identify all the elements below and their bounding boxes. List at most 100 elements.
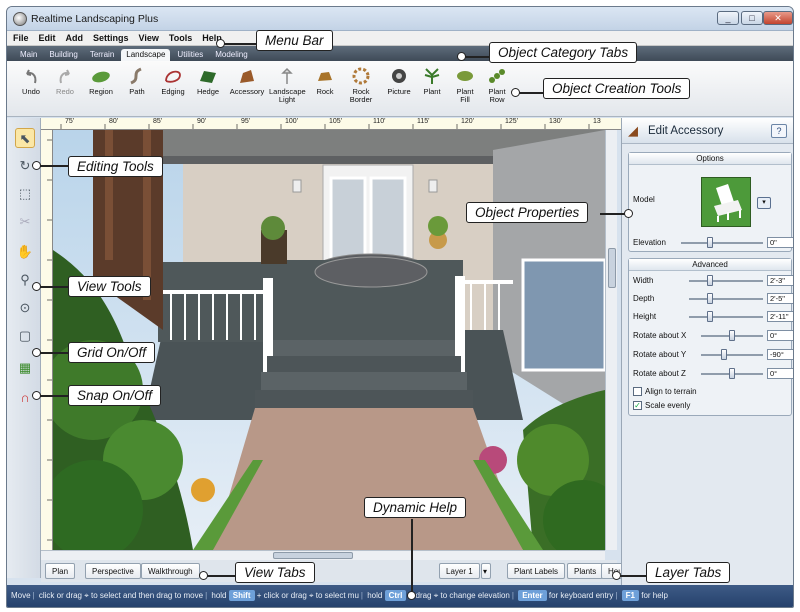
- tab-landscape[interactable]: Landscape: [121, 49, 171, 61]
- depth-slider-thumb[interactable]: [707, 293, 713, 304]
- elevation-slider-track[interactable]: [681, 242, 763, 244]
- depth-slider-track[interactable]: [689, 298, 763, 300]
- vertical-scrollbar[interactable]: [605, 130, 617, 550]
- hedge-button[interactable]: Hedge: [193, 67, 223, 96]
- tab-terrain[interactable]: Terrain: [85, 49, 119, 61]
- side-window: [521, 258, 605, 372]
- zoom-extents-icon[interactable]: ⊙: [15, 298, 35, 318]
- rotate-z-label: Rotate about Z: [633, 369, 686, 378]
- leader-line: [38, 286, 68, 288]
- region-button[interactable]: Region: [85, 67, 117, 96]
- vertical-scroll-thumb[interactable]: [608, 248, 616, 288]
- elevation-field[interactable]: 0": [767, 237, 793, 248]
- 3d-viewport[interactable]: [53, 130, 605, 550]
- callout-view-tools: View Tools: [68, 276, 151, 297]
- undo-button[interactable]: Undo: [17, 67, 45, 96]
- status-text: to select mu: [315, 591, 359, 600]
- ruler-ticks-vertical: [47, 139, 52, 541]
- advanced-section: Advanced Width 2'-3" Depth 2'-5" Height …: [628, 258, 793, 416]
- rotate-z-slider-thumb[interactable]: [729, 368, 735, 379]
- callout-dot: [612, 571, 621, 580]
- trim-icon[interactable]: ✂: [15, 212, 35, 232]
- tab-main[interactable]: Main: [15, 49, 42, 61]
- app-icon: [13, 12, 27, 26]
- landscape-light-button[interactable]: Landscape Light: [269, 67, 306, 104]
- leader-line: [463, 56, 489, 58]
- tab-perspective[interactable]: Perspective: [85, 563, 141, 579]
- rock-button[interactable]: Rock: [313, 67, 337, 96]
- width-slider-track[interactable]: [689, 280, 763, 282]
- menu-edit[interactable]: Edit: [39, 33, 56, 43]
- rotate-y-slider-thumb[interactable]: [721, 349, 727, 360]
- redo-button[interactable]: Redo: [51, 67, 79, 96]
- tab-walkthrough[interactable]: Walkthrough: [141, 563, 200, 579]
- horizontal-scroll-thumb[interactable]: [273, 552, 353, 559]
- status-text: hold: [211, 591, 227, 600]
- menu-file[interactable]: File: [13, 33, 29, 43]
- path-button[interactable]: Path: [123, 67, 151, 96]
- leader-line: [38, 165, 68, 167]
- plant-row-button[interactable]: Plant Row: [483, 67, 511, 104]
- callout-dot: [32, 348, 41, 357]
- maximize-button[interactable]: □: [741, 11, 763, 25]
- perspective-scene: [53, 130, 605, 550]
- ruler-ticks: [60, 124, 590, 129]
- align-to-terrain-checkbox[interactable]: [633, 387, 642, 396]
- plant-button[interactable]: Plant: [419, 67, 445, 96]
- callout-view-tabs: View Tabs: [235, 562, 315, 583]
- help-button[interactable]: ?: [771, 124, 787, 138]
- scale-evenly-checkbox[interactable]: ✓: [633, 401, 642, 410]
- tab-layer-1[interactable]: Layer 1: [439, 563, 480, 579]
- callout-dot: [32, 391, 41, 400]
- model-thumbnail[interactable]: [701, 177, 751, 227]
- status-text: hold: [367, 591, 383, 600]
- menu-tools[interactable]: Tools: [169, 33, 192, 43]
- width-slider-thumb[interactable]: [707, 275, 713, 286]
- height-slider-track[interactable]: [689, 316, 763, 318]
- horizontal-scrollbar[interactable]: [41, 550, 605, 560]
- edging-button[interactable]: Edging: [157, 67, 189, 96]
- status-mode: Move: [11, 591, 31, 600]
- model-dropdown-button[interactable]: ▾: [757, 197, 771, 209]
- tab-utilities[interactable]: Utilities: [172, 49, 208, 61]
- rotate-z-field[interactable]: 0°: [767, 368, 793, 379]
- rotate-y-slider-track[interactable]: [701, 354, 763, 356]
- tab-modeling[interactable]: Modeling: [210, 49, 252, 61]
- tab-plan[interactable]: Plan: [45, 563, 76, 579]
- leader-line: [38, 352, 68, 354]
- undo-icon: [26, 69, 37, 84]
- width-label: Width: [633, 276, 654, 285]
- rock-border-button[interactable]: Rock Border: [343, 67, 379, 104]
- plant-fill-button[interactable]: Plant Fill: [451, 67, 479, 104]
- rotate-y-field[interactable]: -90°: [767, 349, 793, 360]
- tab-plants[interactable]: Plants: [567, 563, 604, 579]
- layer-dropdown-icon[interactable]: ▾: [481, 563, 491, 579]
- minimize-button[interactable]: _: [717, 11, 739, 25]
- ctrl-key-badge: Ctrl: [384, 590, 407, 601]
- accessory-button[interactable]: Accessory: [227, 67, 267, 96]
- height-field[interactable]: 2'-11": [767, 311, 793, 322]
- tab-plant-labels[interactable]: Plant Labels: [507, 563, 566, 579]
- pan-hand-icon[interactable]: ✋: [15, 242, 35, 262]
- rotate-x-slider-thumb[interactable]: [729, 330, 735, 341]
- callout-grid: Grid On/Off: [68, 342, 156, 363]
- node-edit-icon[interactable]: ⬚: [15, 184, 35, 204]
- tab-building[interactable]: Building: [44, 49, 82, 61]
- callout-dot: [32, 161, 41, 170]
- grid-icon[interactable]: ▦: [15, 358, 35, 378]
- rotate-x-field[interactable]: 0°: [767, 330, 793, 341]
- close-button[interactable]: ✕: [763, 11, 793, 25]
- elevation-slider-thumb[interactable]: [707, 237, 713, 248]
- pointer-icon[interactable]: ⬉: [15, 128, 35, 148]
- menu-settings[interactable]: Settings: [93, 33, 129, 43]
- height-slider-thumb[interactable]: [707, 311, 713, 322]
- callout-menu-bar: Menu Bar: [256, 30, 333, 51]
- zoom-window-icon[interactable]: ▢: [15, 326, 35, 346]
- callout-object-properties: Object Properties: [466, 202, 589, 223]
- steps: [273, 340, 455, 356]
- picture-button[interactable]: Picture: [383, 67, 415, 96]
- depth-field[interactable]: 2'-5": [767, 293, 793, 304]
- menu-view[interactable]: View: [139, 33, 159, 43]
- width-field[interactable]: 2'-3": [767, 275, 793, 286]
- menu-add[interactable]: Add: [66, 33, 84, 43]
